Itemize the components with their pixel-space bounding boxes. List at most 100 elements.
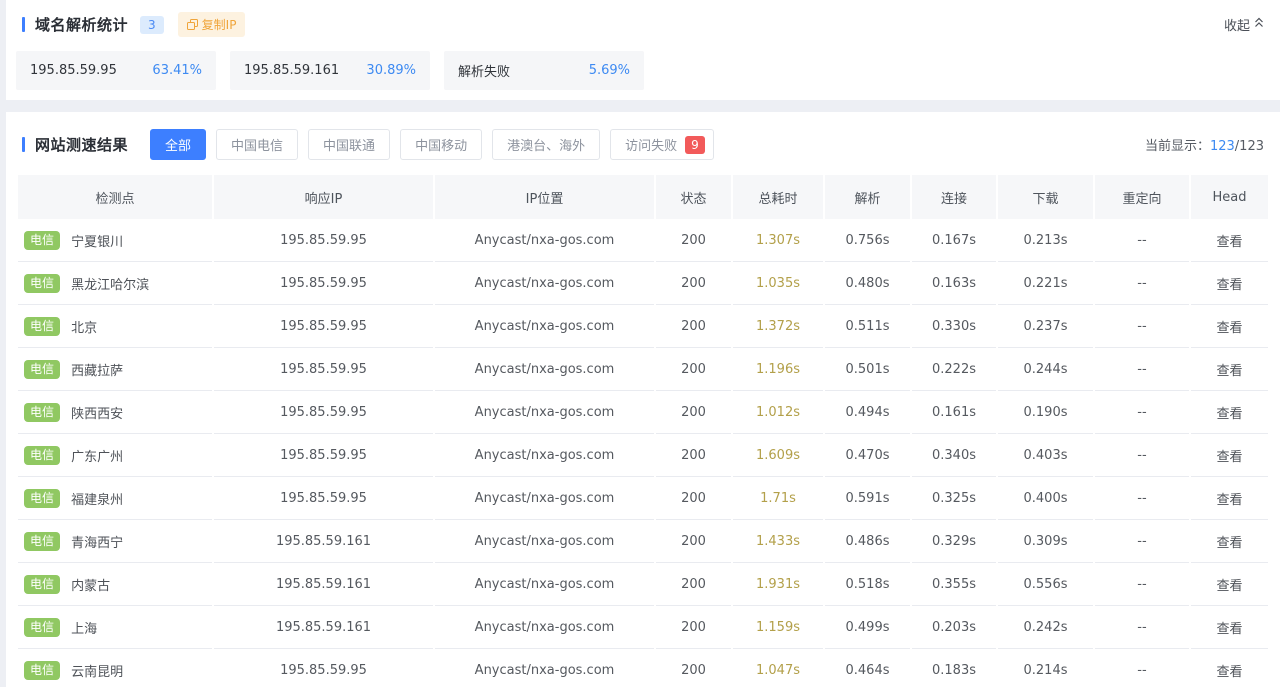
response-ip-cell: 195.85.59.161 bbox=[214, 563, 433, 606]
view-head-link[interactable]: 查看 bbox=[1191, 649, 1268, 687]
node-cell: 电信 西藏拉萨 bbox=[18, 348, 212, 391]
dns-stats-row: 195.85.59.95 63.41% 195.85.59.161 30.89%… bbox=[16, 51, 1270, 90]
redirect-cell: -- bbox=[1095, 219, 1189, 262]
table-row: 电信 上海 195.85.59.161 Anycast/nxa-gos.com … bbox=[18, 606, 1268, 649]
response-ip-cell: 195.85.59.95 bbox=[214, 305, 433, 348]
total-time-cell: 1.196s bbox=[733, 348, 823, 391]
redirect-cell: -- bbox=[1095, 477, 1189, 520]
copy-icon bbox=[187, 19, 198, 30]
table-row: 电信 青海西宁 195.85.59.161 Anycast/nxa-gos.co… bbox=[18, 520, 1268, 563]
node-name: 陕西西安 bbox=[71, 407, 123, 422]
isp-badge: 电信 bbox=[24, 403, 60, 422]
node-name: 广东广州 bbox=[71, 450, 123, 465]
column-header: 连接 bbox=[912, 175, 996, 219]
response-ip-cell: 195.85.59.95 bbox=[214, 477, 433, 520]
isp-badge: 电信 bbox=[24, 575, 60, 594]
filter-tab[interactable]: 访问失败 9 bbox=[610, 129, 714, 160]
ip-location-cell: Anycast/nxa-gos.com bbox=[435, 305, 654, 348]
response-ip-cell: 195.85.59.95 bbox=[214, 348, 433, 391]
column-header: 重定向 bbox=[1095, 175, 1189, 219]
filter-tab-label: 访问失败 bbox=[625, 135, 677, 154]
total-time-cell: 1.71s bbox=[733, 477, 823, 520]
node-cell: 电信 内蒙古 bbox=[18, 563, 212, 606]
status-cell: 200 bbox=[656, 434, 731, 477]
download-time-cell: 0.244s bbox=[998, 348, 1093, 391]
status-cell: 200 bbox=[656, 563, 731, 606]
filter-tab[interactable]: 中国电信 bbox=[216, 129, 298, 160]
column-header: 总耗时 bbox=[733, 175, 823, 219]
column-header: 状态 bbox=[656, 175, 731, 219]
column-header: 解析 bbox=[825, 175, 910, 219]
filter-tab-label: 港澳台、海外 bbox=[507, 135, 585, 154]
response-ip-cell: 195.85.59.161 bbox=[214, 606, 433, 649]
filter-tabs: 全部 中国电信 中国联通 中国移动 港澳台、海外 访问失败 9 bbox=[150, 129, 1145, 160]
connect-time-cell: 0.325s bbox=[912, 477, 996, 520]
view-head-link[interactable]: 查看 bbox=[1191, 348, 1268, 391]
view-head-link[interactable]: 查看 bbox=[1191, 391, 1268, 434]
collapse-button[interactable]: 收起 bbox=[1224, 15, 1264, 34]
results-table-body: 电信 宁夏银川 195.85.59.95 Anycast/nxa-gos.com… bbox=[18, 219, 1268, 687]
results-title-group: 网站测速结果 bbox=[22, 134, 128, 155]
ip-location-cell: Anycast/nxa-gos.com bbox=[435, 606, 654, 649]
dns-stat-cell: 195.85.59.95 63.41% bbox=[16, 51, 216, 90]
resolve-time-cell: 0.501s bbox=[825, 348, 910, 391]
node-cell: 电信 北京 bbox=[18, 305, 212, 348]
filter-tab[interactable]: 中国移动 bbox=[400, 129, 482, 160]
node-name: 福建泉州 bbox=[71, 493, 123, 508]
view-head-link[interactable]: 查看 bbox=[1191, 305, 1268, 348]
table-row: 电信 宁夏银川 195.85.59.95 Anycast/nxa-gos.com… bbox=[18, 219, 1268, 262]
copy-ip-button[interactable]: 复制IP bbox=[178, 12, 246, 37]
ip-location-cell: Anycast/nxa-gos.com bbox=[435, 477, 654, 520]
view-head-link[interactable]: 查看 bbox=[1191, 262, 1268, 305]
node-cell: 电信 上海 bbox=[18, 606, 212, 649]
connect-time-cell: 0.329s bbox=[912, 520, 996, 563]
double-chevron-up-icon bbox=[1254, 17, 1264, 32]
node-name: 黑龙江哈尔滨 bbox=[71, 278, 149, 293]
view-head-link[interactable]: 查看 bbox=[1191, 219, 1268, 262]
filter-tab[interactable]: 中国联通 bbox=[308, 129, 390, 160]
total-time-cell: 1.433s bbox=[733, 520, 823, 563]
node-name: 宁夏银川 bbox=[71, 235, 123, 250]
column-header: 下载 bbox=[998, 175, 1093, 219]
isp-badge: 电信 bbox=[24, 618, 60, 637]
fail-count-badge: 9 bbox=[685, 136, 705, 154]
view-head-link[interactable]: 查看 bbox=[1191, 477, 1268, 520]
dns-stat-label: 195.85.59.161 bbox=[244, 63, 339, 78]
table-row: 电信 陕西西安 195.85.59.95 Anycast/nxa-gos.com… bbox=[18, 391, 1268, 434]
download-time-cell: 0.556s bbox=[998, 563, 1093, 606]
node-cell: 电信 黑龙江哈尔滨 bbox=[18, 262, 212, 305]
view-head-link[interactable]: 查看 bbox=[1191, 606, 1268, 649]
status-cell: 200 bbox=[656, 305, 731, 348]
status-cell: 200 bbox=[656, 219, 731, 262]
status-cell: 200 bbox=[656, 391, 731, 434]
connect-time-cell: 0.355s bbox=[912, 563, 996, 606]
download-time-cell: 0.237s bbox=[998, 305, 1093, 348]
resolve-time-cell: 0.511s bbox=[825, 305, 910, 348]
isp-badge: 电信 bbox=[24, 532, 60, 551]
node-cell: 电信 青海西宁 bbox=[18, 520, 212, 563]
node-cell: 电信 福建泉州 bbox=[18, 477, 212, 520]
results-table: 检测点响应IPIP位置状态总耗时解析连接下载重定向Head 电信 宁夏银川 19… bbox=[16, 175, 1270, 687]
redirect-cell: -- bbox=[1095, 434, 1189, 477]
redirect-cell: -- bbox=[1095, 563, 1189, 606]
view-head-link[interactable]: 查看 bbox=[1191, 520, 1268, 563]
dns-stat-cell: 解析失败 5.69% bbox=[444, 51, 644, 90]
status-cell: 200 bbox=[656, 606, 731, 649]
download-time-cell: 0.214s bbox=[998, 649, 1093, 687]
filter-tab-label: 中国移动 bbox=[415, 135, 467, 154]
speed-results-panel: 网站测速结果 全部 中国电信 中国联通 中国移动 港澳台、海外 访问失败 9 当… bbox=[6, 112, 1280, 687]
results-panel-title: 网站测速结果 bbox=[35, 134, 128, 155]
redirect-cell: -- bbox=[1095, 520, 1189, 563]
download-time-cell: 0.309s bbox=[998, 520, 1093, 563]
response-ip-cell: 195.85.59.95 bbox=[214, 219, 433, 262]
status-cell: 200 bbox=[656, 262, 731, 305]
filter-tab[interactable]: 港澳台、海外 bbox=[492, 129, 600, 160]
resolve-time-cell: 0.591s bbox=[825, 477, 910, 520]
view-head-link[interactable]: 查看 bbox=[1191, 434, 1268, 477]
filter-tab[interactable]: 全部 bbox=[150, 129, 206, 160]
view-head-link[interactable]: 查看 bbox=[1191, 563, 1268, 606]
accent-bar bbox=[22, 137, 25, 152]
status-cell: 200 bbox=[656, 649, 731, 687]
column-header: 响应IP bbox=[214, 175, 433, 219]
total-time-cell: 1.012s bbox=[733, 391, 823, 434]
